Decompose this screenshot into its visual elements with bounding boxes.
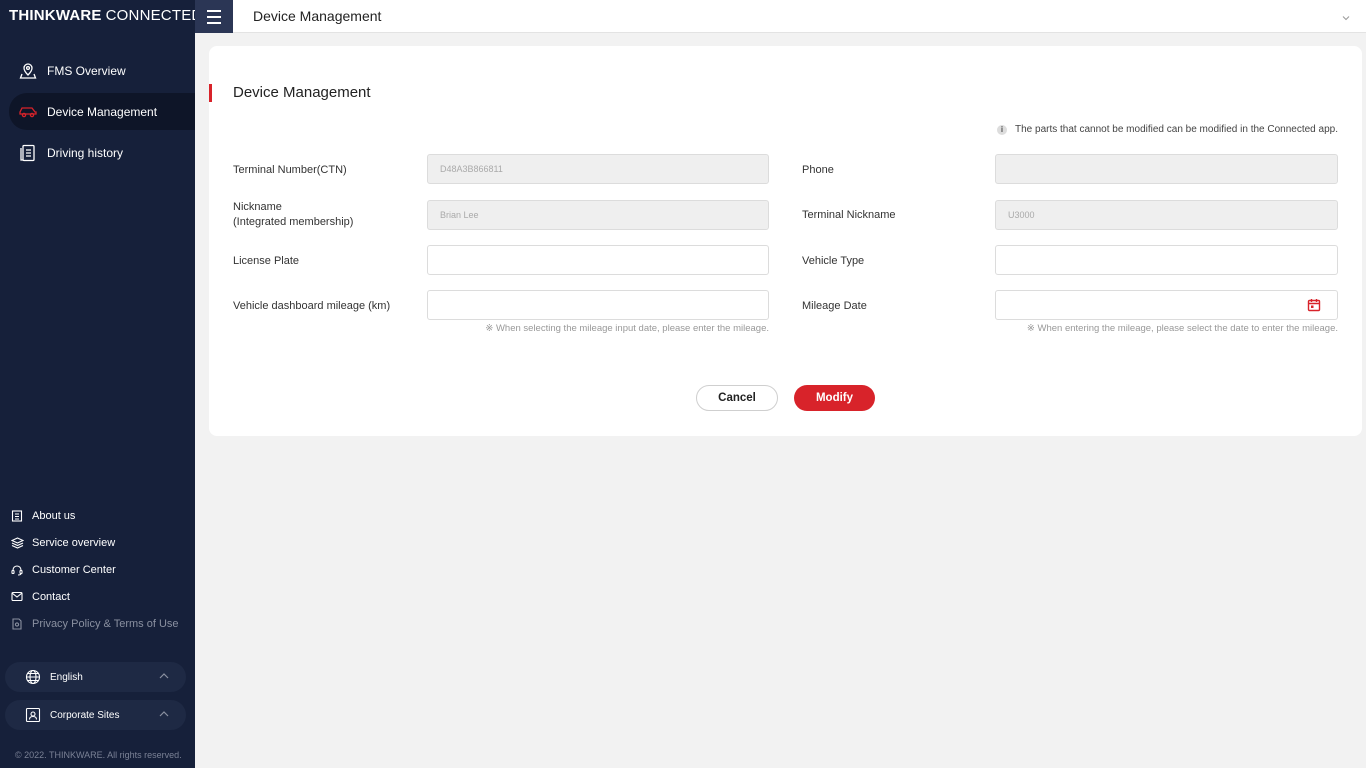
- link-label: About us: [32, 509, 76, 522]
- mail-icon: [10, 590, 24, 604]
- link-privacy-policy[interactable]: Privacy Policy & Terms of Use: [10, 610, 179, 637]
- nav-item-label: FMS Overview: [47, 63, 126, 78]
- link-customer-center[interactable]: Customer Center: [10, 556, 179, 583]
- vehicle-type-label: Vehicle Type: [802, 255, 865, 267]
- nickname-label: Nickname (Integrated membership): [233, 200, 353, 230]
- terminal-number-field: D48A3B866811: [427, 154, 769, 184]
- nickname-label-line2: (Integrated membership): [233, 216, 354, 228]
- mileage-label: Vehicle dashboard mileage (km): [233, 300, 391, 312]
- phone-field: [995, 154, 1338, 184]
- device-management-card: Device Management i The parts that canno…: [209, 46, 1362, 436]
- info-icon: i: [997, 124, 1007, 135]
- nav-item-driving-history[interactable]: Driving history: [9, 134, 195, 171]
- document-icon: [18, 143, 38, 163]
- mileage-input[interactable]: [427, 290, 769, 320]
- vehicle-type-input[interactable]: [995, 245, 1338, 275]
- footer-links: About us Service overview Customer Cente…: [10, 502, 179, 637]
- language-label: English: [50, 671, 83, 683]
- link-label: Service overview: [32, 536, 116, 549]
- nickname-field: Brian Lee: [427, 200, 769, 230]
- headset-icon: [10, 563, 24, 577]
- corporate-sites-selector[interactable]: Corporate Sites: [5, 700, 186, 730]
- page-title: Device Management: [233, 84, 371, 101]
- top-bar: Device Management: [195, 0, 1366, 33]
- chevron-up-icon: [159, 709, 169, 720]
- nav-item-fms-overview[interactable]: FMS Overview: [9, 52, 195, 89]
- shield-doc-icon: [10, 617, 24, 631]
- link-contact[interactable]: Contact: [10, 583, 179, 610]
- info-note: i The parts that cannot be modified can …: [997, 124, 1338, 135]
- terminal-number-label: Terminal Number(CTN): [233, 164, 347, 176]
- modify-button[interactable]: Modify: [794, 385, 875, 411]
- link-about-us[interactable]: About us: [10, 502, 179, 529]
- link-service-overview[interactable]: Service overview: [10, 529, 179, 556]
- brand-logo[interactable]: THINKWARE CONNECTED: [0, 0, 202, 30]
- header-title: Device Management: [253, 8, 382, 24]
- phone-label: Phone: [802, 164, 834, 176]
- hamburger-menu-icon[interactable]: [195, 0, 233, 33]
- link-label: Privacy Policy & Terms of Use: [32, 617, 179, 630]
- terminal-nickname-label: Terminal Nickname: [802, 209, 896, 221]
- nav-item-device-management[interactable]: Device Management: [9, 93, 195, 130]
- main-nav: FMS Overview Device Management Driving h…: [0, 52, 195, 175]
- calendar-icon[interactable]: [1307, 298, 1321, 314]
- sidebar: THINKWARE CONNECTED FMS Overview Device …: [0, 0, 202, 768]
- title-accent-bar: [209, 84, 212, 102]
- terminal-nickname-field: U3000: [995, 200, 1338, 230]
- mileage-date-hint: ※ When entering the mileage, please sele…: [1026, 323, 1338, 334]
- brand-logo-bold: THINKWARE: [9, 6, 102, 24]
- cancel-button[interactable]: Cancel: [696, 385, 778, 411]
- chevron-up-icon: [159, 671, 169, 682]
- layers-icon: [10, 536, 24, 550]
- mileage-hint: ※ When selecting the mileage input date,…: [485, 323, 769, 334]
- building-icon: [10, 509, 24, 523]
- mileage-date-input[interactable]: [995, 290, 1338, 320]
- brand-logo-thin: CONNECTED: [105, 6, 203, 24]
- globe-icon: [24, 668, 42, 686]
- nav-item-label: Driving history: [47, 145, 124, 160]
- mileage-date-label: Mileage Date: [802, 300, 867, 312]
- map-pin-icon: [18, 61, 38, 81]
- corporate-icon: [24, 706, 42, 724]
- nickname-label-line1: Nickname: [233, 201, 282, 213]
- nav-item-label: Device Management: [47, 104, 158, 119]
- license-plate-input[interactable]: [427, 245, 769, 275]
- copyright-text: © 2022. THINKWARE. All rights reserved.: [15, 750, 182, 760]
- link-label: Contact: [32, 590, 70, 603]
- chevron-down-icon[interactable]: [1342, 8, 1350, 26]
- link-label: Customer Center: [32, 563, 116, 576]
- info-note-text: The parts that cannot be modified can be…: [1015, 124, 1338, 135]
- corporate-label: Corporate Sites: [50, 709, 120, 721]
- language-selector[interactable]: English: [5, 662, 186, 692]
- car-icon: [18, 102, 38, 122]
- license-plate-label: License Plate: [233, 255, 300, 267]
